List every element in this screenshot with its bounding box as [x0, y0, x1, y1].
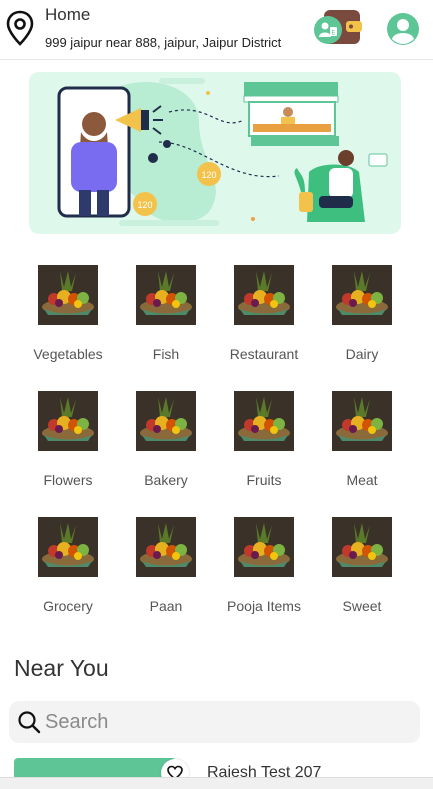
category-item[interactable]: Flowers — [18, 388, 118, 498]
fruit-basket-image — [332, 391, 392, 451]
category-item[interactable]: Vegetables — [18, 262, 118, 372]
category-item[interactable]: Grocery — [18, 514, 118, 624]
category-thumbnail[interactable] — [136, 265, 196, 325]
fruit-basket-image — [234, 517, 294, 577]
category-label: Meat — [346, 472, 378, 488]
search-icon[interactable] — [17, 710, 41, 734]
category-label: Vegetables — [33, 346, 103, 362]
category-label: Sweet — [342, 598, 382, 614]
category-label: Restaurant — [229, 346, 299, 362]
category-thumbnail[interactable] — [136, 391, 196, 451]
address-text[interactable]: 999 jaipur near 888, jaipur, Jaipur Dist… — [45, 35, 288, 50]
category-label: Fish — [152, 346, 180, 362]
category-item[interactable]: Fish — [116, 262, 216, 372]
category-item[interactable]: Sweet — [312, 514, 412, 624]
fruit-basket-image — [234, 391, 294, 451]
category-thumbnail[interactable] — [234, 391, 294, 451]
category-label: Paan — [149, 598, 183, 614]
category-label: Bakery — [144, 472, 188, 488]
category-item[interactable]: Dairy — [312, 262, 412, 372]
svg-text:E: E — [331, 31, 335, 37]
category-item[interactable]: Paan — [116, 514, 216, 624]
banner-illustration: 120 120 — [57, 78, 388, 226]
coin-value-1: 120 — [201, 170, 216, 180]
category-item[interactable]: Fruits — [214, 388, 314, 498]
coin-value-2: 120 — [137, 200, 152, 210]
fruit-basket-image — [136, 265, 196, 325]
category-item[interactable]: Bakery — [116, 388, 216, 498]
location-pin-icon[interactable] — [6, 10, 34, 46]
fruit-basket-image — [38, 517, 98, 577]
category-label: Fruits — [246, 472, 282, 488]
category-item[interactable]: Restaurant — [214, 262, 314, 372]
category-thumbnail[interactable] — [38, 265, 98, 325]
category-thumbnail[interactable] — [136, 517, 196, 577]
fruit-basket-image — [332, 265, 392, 325]
address-label[interactable]: Home — [45, 5, 90, 25]
fruit-basket-image — [332, 517, 392, 577]
category-thumbnail[interactable] — [332, 265, 392, 325]
fruit-basket-image — [136, 517, 196, 577]
category-thumbnail[interactable] — [332, 517, 392, 577]
app-header: Home 999 jaipur near 888, jaipur, Jaipur… — [0, 0, 433, 60]
search-input[interactable] — [45, 701, 405, 743]
fruit-basket-image — [38, 265, 98, 325]
category-thumbnail[interactable] — [332, 391, 392, 451]
profile-icon[interactable] — [386, 12, 420, 46]
fruit-basket-image — [136, 391, 196, 451]
category-thumbnail[interactable] — [38, 391, 98, 451]
category-thumbnail[interactable] — [234, 265, 294, 325]
category-label: Dairy — [345, 346, 379, 362]
category-item[interactable]: Pooja Items — [214, 514, 314, 624]
fruit-basket-image — [38, 391, 98, 451]
category-thumbnail[interactable] — [38, 517, 98, 577]
promo-banner[interactable]: 120 120 — [29, 72, 401, 234]
category-item[interactable]: Meat — [312, 388, 412, 498]
fruit-basket-image — [234, 265, 294, 325]
category-thumbnail[interactable] — [234, 517, 294, 577]
bottom-edge — [0, 777, 433, 789]
category-label: Grocery — [43, 598, 93, 614]
category-label: Flowers — [43, 472, 93, 488]
category-label: Pooja Items — [227, 598, 301, 614]
wallet-icon[interactable]: E — [312, 10, 362, 48]
near-you-heading: Near You — [14, 655, 109, 681]
search-bar[interactable] — [9, 701, 420, 743]
